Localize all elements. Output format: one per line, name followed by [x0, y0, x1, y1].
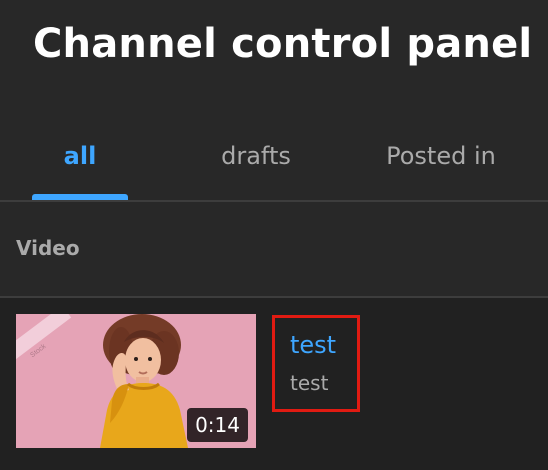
- tabs-divider: [0, 200, 548, 202]
- channel-control-panel-page: Channel control panel all drafts Posted …: [0, 0, 548, 470]
- video-description: test: [290, 371, 329, 395]
- video-thumbnail[interactable]: Stock 0:14: [16, 314, 256, 448]
- section-label-video: Video: [16, 236, 80, 260]
- tab-all[interactable]: all: [32, 137, 128, 175]
- tab-posted-in[interactable]: Posted in: [370, 137, 512, 175]
- video-row[interactable]: Stock 0:14 test test: [0, 298, 548, 470]
- video-meta-highlight-box: test test: [272, 315, 360, 412]
- tab-bar: all drafts Posted in: [0, 110, 548, 202]
- page-title: Channel control panel: [33, 21, 533, 67]
- video-title-link[interactable]: test: [290, 329, 336, 361]
- tab-drafts[interactable]: drafts: [199, 137, 313, 175]
- video-duration-badge: 0:14: [187, 408, 248, 442]
